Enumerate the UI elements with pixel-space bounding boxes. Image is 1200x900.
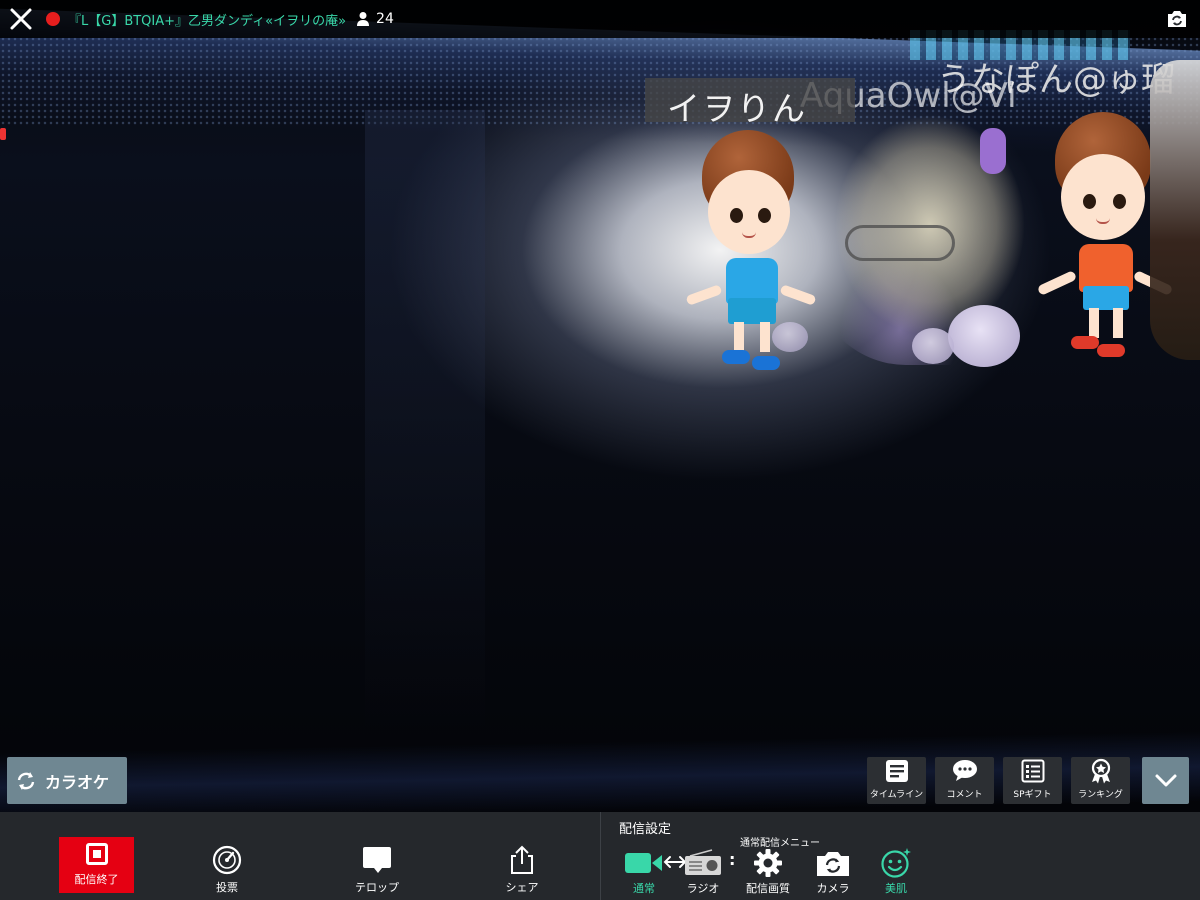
ranking-button[interactable]: ランキング bbox=[1071, 757, 1130, 804]
karaoke-button[interactable]: カラオケ bbox=[7, 757, 127, 804]
vote-label: 投票 bbox=[216, 881, 238, 894]
broadcast-stage: うなぽん@ゅ瑠 AquaOwl@Vi イヲりん bbox=[0, 0, 1200, 812]
timeline-button[interactable]: タイムライン bbox=[867, 757, 926, 804]
share-icon bbox=[507, 845, 537, 875]
avatar-shorts bbox=[728, 298, 776, 324]
radio-icon bbox=[684, 848, 722, 878]
stream-quality-label: 配信画質 bbox=[746, 882, 790, 895]
avatar-face bbox=[708, 170, 790, 254]
karaoke-label: カラオケ bbox=[45, 772, 110, 792]
ranking-label: ランキング bbox=[1078, 790, 1123, 800]
end-broadcast-button[interactable]: 配信終了 bbox=[59, 837, 134, 893]
avatar-host[interactable] bbox=[680, 130, 820, 375]
camera-button[interactable]: カメラ bbox=[803, 848, 863, 898]
radio-mode-label: ラジオ bbox=[686, 882, 720, 895]
normal-mode-label: 通常 bbox=[633, 882, 655, 895]
viewer-count: 24 bbox=[376, 11, 394, 27]
end-broadcast-label: 配信終了 bbox=[74, 873, 119, 886]
avatar-shirt bbox=[1079, 244, 1133, 292]
avatar-glasses bbox=[845, 225, 955, 261]
top-bar: 『L【G】BTQIA+』乙男ダンディ«イヲリの庵» 24 bbox=[0, 0, 1200, 38]
sp-gift-label: SPギフト bbox=[1013, 790, 1052, 800]
comment-label: コメント bbox=[946, 790, 983, 800]
camera-switch-icon bbox=[1168, 11, 1186, 27]
beauty-filter-button[interactable]: 美肌 bbox=[866, 848, 926, 898]
camera-switch-icon bbox=[815, 848, 851, 878]
telop-icon bbox=[362, 845, 392, 875]
refresh-icon bbox=[17, 771, 35, 790]
close-button[interactable] bbox=[0, 0, 42, 38]
live-indicator bbox=[46, 12, 60, 26]
sp-gift-button[interactable]: SPギフト bbox=[1003, 757, 1062, 804]
radio-mode-button[interactable]: ラジオ bbox=[673, 848, 733, 898]
normal-broadcast-menu-label: 通常配信メニュー bbox=[740, 838, 820, 849]
share-button[interactable]: シェア bbox=[482, 845, 562, 895]
sheep-plush bbox=[948, 305, 1020, 367]
vote-icon bbox=[212, 845, 242, 875]
gear-icon bbox=[753, 848, 783, 878]
sheep-plush bbox=[912, 328, 954, 364]
avatar-hair-clip bbox=[980, 128, 1006, 174]
comment-icon bbox=[952, 760, 977, 781]
video-camera-icon bbox=[624, 848, 664, 878]
timeline-label: タイムライン bbox=[869, 790, 924, 800]
ranking-icon bbox=[1091, 758, 1110, 784]
collapse-menu-button[interactable] bbox=[1142, 757, 1189, 804]
stage-pillar bbox=[365, 110, 485, 730]
chevron-down-icon bbox=[1155, 774, 1176, 786]
timeline-icon bbox=[885, 760, 908, 782]
close-icon bbox=[10, 8, 32, 30]
menu-separator: : bbox=[729, 850, 736, 869]
stop-icon bbox=[85, 843, 108, 865]
telop-button[interactable]: テロップ bbox=[337, 845, 417, 895]
avatar-name-label: イヲりん bbox=[645, 78, 855, 128]
avatar-shorts bbox=[1083, 286, 1129, 310]
camera-label: カメラ bbox=[816, 882, 850, 895]
sp-gift-icon bbox=[1021, 759, 1044, 783]
smile-icon bbox=[880, 848, 912, 878]
viewer-icon bbox=[356, 11, 370, 27]
toolbar-divider bbox=[600, 812, 601, 900]
broadcast-settings-title: 配信設定 bbox=[619, 822, 672, 837]
telop-label: テロップ bbox=[355, 881, 399, 894]
stream-quality-button[interactable]: 配信画質 bbox=[738, 848, 798, 898]
avatar-face bbox=[1061, 154, 1145, 240]
stage-light-glint bbox=[0, 128, 6, 140]
share-label: シェア bbox=[505, 881, 539, 894]
avatar-partial[interactable] bbox=[1150, 60, 1200, 360]
vote-button[interactable]: 投票 bbox=[187, 845, 267, 895]
comment-button[interactable]: コメント bbox=[935, 757, 994, 804]
beauty-filter-label: 美肌 bbox=[885, 882, 907, 895]
switch-camera-button[interactable] bbox=[1164, 6, 1190, 32]
room-title[interactable]: 『L【G】BTQIA+』乙男ダンディ«イヲリの庵» bbox=[68, 10, 346, 29]
